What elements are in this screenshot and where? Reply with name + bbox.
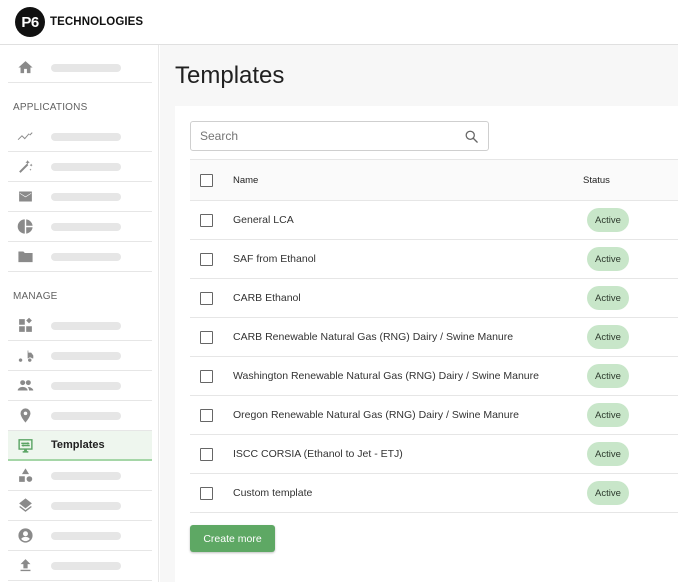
sidebar-item-favorites[interactable]	[8, 242, 152, 272]
sidebar-item-users[interactable]	[8, 371, 152, 401]
nav-label-placeholder	[51, 252, 121, 261]
select-all-checkbox[interactable]	[200, 173, 213, 187]
template-name[interactable]: Custom template	[233, 487, 312, 499]
search-icon[interactable]	[464, 129, 479, 144]
sidebar-item-label: Templates	[51, 439, 105, 451]
nav-label-placeholder	[51, 531, 121, 540]
row-checkbox[interactable]	[200, 447, 213, 461]
row-checkbox[interactable]	[200, 408, 213, 422]
pie-chart-icon	[17, 218, 34, 235]
sidebar-item-categories[interactable]	[8, 461, 152, 491]
status-badge: Active	[587, 442, 629, 466]
sidebar-item-mail[interactable]	[8, 182, 152, 212]
template-name[interactable]: General LCA	[233, 214, 294, 226]
templates-card: Name Status General LCAActiveSAF from Et…	[175, 106, 678, 582]
search-box[interactable]	[190, 121, 489, 151]
nav-label-placeholder	[51, 162, 121, 171]
sidebar-item-wizard[interactable]	[8, 152, 152, 182]
template-name[interactable]: Washington Renewable Natural Gas (RNG) D…	[233, 370, 539, 382]
template-name[interactable]: CARB Renewable Natural Gas (RNG) Dairy /…	[233, 331, 513, 343]
sidebar-item-reports[interactable]	[8, 212, 152, 242]
template-name[interactable]: SAF from Ethanol	[233, 253, 316, 265]
sidebar: APPLICATIONS MANAGE Templates	[0, 45, 159, 582]
account-circle-icon	[17, 527, 34, 544]
row-checkbox[interactable]	[200, 252, 213, 266]
sidebar-item-upload[interactable]	[8, 551, 152, 581]
status-badge: Active	[587, 325, 629, 349]
row-checkbox[interactable]	[200, 486, 213, 500]
table-row[interactable]: General LCA Active	[190, 201, 678, 240]
row-checkbox[interactable]	[200, 213, 213, 227]
trending-icon	[17, 128, 34, 145]
table-row[interactable]: CARB Ethanol Active	[190, 279, 678, 318]
people-icon	[17, 377, 34, 394]
column-header-name[interactable]: Name	[233, 175, 258, 186]
search-input[interactable]	[200, 129, 450, 143]
template-name[interactable]: Oregon Renewable Natural Gas (RNG) Dairy…	[233, 409, 519, 421]
template-name[interactable]: ISCC CORSIA (Ethanol to Jet - ETJ)	[233, 448, 403, 460]
sidebar-item-widgets[interactable]	[8, 311, 152, 341]
upload-icon	[17, 557, 34, 574]
nav-label-placeholder	[51, 381, 121, 390]
nav-label-placeholder	[51, 132, 121, 141]
status-badge: Active	[587, 286, 629, 310]
table-row[interactable]: CARB Renewable Natural Gas (RNG) Dairy /…	[190, 318, 678, 357]
table-row[interactable]: ISCC CORSIA (Ethanol to Jet - ETJ) Active	[190, 435, 678, 474]
status-badge: Active	[587, 208, 629, 232]
table-header: Name Status	[190, 159, 678, 201]
main-content: Templates Name Status General LCAActiveS…	[160, 45, 678, 582]
top-bar: P6 TECHNOLOGIES	[0, 0, 678, 45]
status-badge: Active	[587, 364, 629, 388]
mail-icon	[17, 188, 34, 205]
nav-label-placeholder	[51, 321, 121, 330]
status-badge: Active	[587, 481, 629, 505]
shapes-icon	[17, 467, 34, 484]
nav-label-placeholder	[51, 501, 121, 510]
row-checkbox[interactable]	[200, 369, 213, 383]
row-checkbox[interactable]	[200, 291, 213, 305]
column-header-status[interactable]: Status	[583, 175, 610, 186]
nav-label-placeholder	[51, 471, 121, 480]
template-name[interactable]: CARB Ethanol	[233, 292, 301, 304]
create-more-button[interactable]: Create more	[190, 525, 275, 552]
brand-logo[interactable]: P6	[15, 7, 45, 37]
sidebar-item-layers[interactable]	[8, 491, 152, 521]
templates-table: Name Status General LCA Active SAF from Et…	[190, 159, 678, 513]
nav-label-placeholder	[51, 63, 121, 72]
sidebar-item-locations[interactable]	[8, 401, 152, 431]
nav-label-placeholder	[51, 411, 121, 420]
sidebar-item-templates[interactable]: Templates	[8, 431, 152, 461]
widgets-icon	[17, 317, 34, 334]
page-title: Templates	[175, 62, 285, 89]
truck-icon	[17, 347, 34, 364]
row-checkbox[interactable]	[200, 330, 213, 344]
section-label-applications: APPLICATIONS	[13, 102, 88, 113]
status-badge: Active	[587, 247, 629, 271]
nav-label-placeholder	[51, 192, 121, 201]
brand-name: TECHNOLOGIES	[50, 16, 144, 28]
status-badge: Active	[587, 403, 629, 427]
sidebar-item-logistics[interactable]	[8, 341, 152, 371]
templates-icon	[17, 437, 34, 454]
nav-label-placeholder	[51, 561, 121, 570]
nav-label-placeholder	[51, 222, 121, 231]
sidebar-item-account[interactable]	[8, 521, 152, 551]
layers-icon	[17, 497, 34, 514]
table-row[interactable]: SAF from Ethanol Active	[190, 240, 678, 279]
table-row[interactable]: Washington Renewable Natural Gas (RNG) D…	[190, 357, 678, 396]
folder-star-icon	[17, 248, 34, 265]
magic-wand-icon	[17, 158, 34, 175]
table-row[interactable]: Oregon Renewable Natural Gas (RNG) Dairy…	[190, 396, 678, 435]
nav-label-placeholder	[51, 351, 121, 360]
table-row[interactable]: Custom template Active	[190, 474, 678, 513]
location-pin-icon	[17, 407, 34, 424]
home-icon	[17, 59, 34, 76]
section-label-manage: MANAGE	[13, 291, 58, 302]
sidebar-item-home[interactable]	[8, 53, 152, 83]
sidebar-item-analytics[interactable]	[8, 122, 152, 152]
